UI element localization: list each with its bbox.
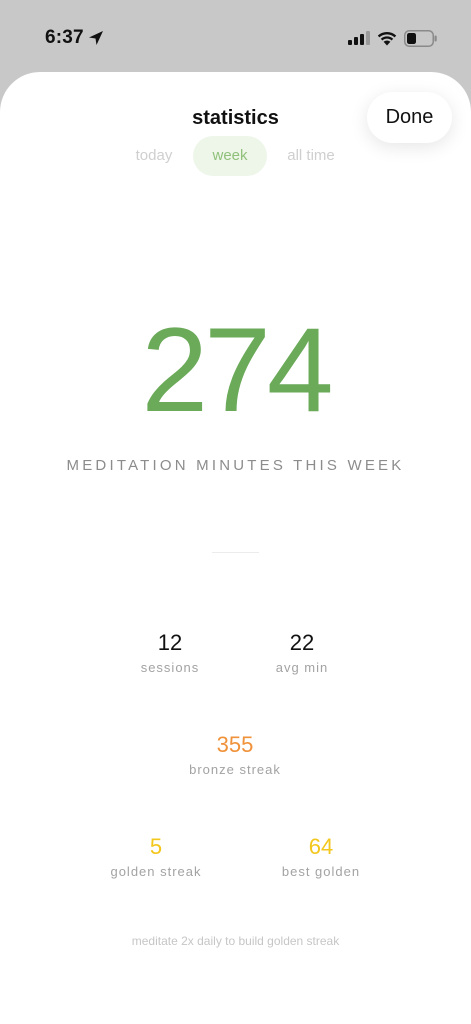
stat-bronze-streak: 355 bronze streak (155, 730, 315, 777)
wifi-icon (377, 31, 397, 46)
stat-avg-min: 22 avg min (222, 628, 382, 675)
battery-icon (404, 30, 437, 47)
bronze-streak-value: 355 (216, 732, 254, 757)
cellular-signal-icon (348, 31, 370, 45)
avg-min-label: avg min (275, 660, 329, 675)
tab-today[interactable]: today (124, 136, 184, 176)
statistics-sheet: statistics Done today week all time 274 … (0, 72, 471, 1024)
minutes-total: 274 (141, 303, 333, 437)
stat-golden-streak: 5 golden streak (76, 832, 236, 879)
golden-streak-value: 5 (149, 834, 163, 859)
tab-all-time[interactable]: all time (276, 136, 346, 176)
bronze-streak-label: bronze streak (189, 762, 281, 777)
avg-min-value: 22 (289, 630, 315, 655)
location-arrow-icon (89, 31, 103, 45)
stat-best-golden: 64 best golden (241, 832, 401, 879)
golden-streak-label: golden streak (110, 864, 202, 879)
divider (212, 552, 259, 553)
tab-week[interactable]: week (193, 136, 267, 176)
status-bar: 6:37 (0, 0, 471, 72)
period-tabs: today week all time (0, 136, 471, 176)
status-time: 6:37 (45, 27, 84, 48)
best-golden-value: 64 (308, 834, 334, 859)
golden-streak-hint: meditate 2x daily to build golden streak (131, 934, 340, 948)
best-golden-label: best golden (281, 864, 361, 879)
minutes-caption: MEDITATION MINUTES THIS WEEK (66, 457, 405, 474)
